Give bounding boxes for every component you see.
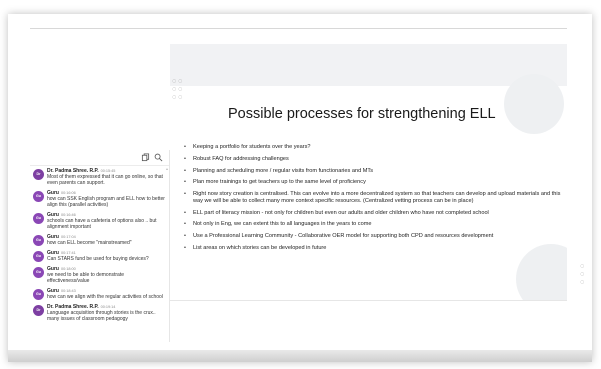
window-bottom-bar	[8, 350, 592, 362]
chat-message: Dr Dr. Padma Shree. R.P. 00:15:45 Most of…	[33, 168, 165, 186]
message-time: 00:16:06	[60, 191, 76, 195]
chat-message: Gu Guru 00:16:46 schools can have a cafet…	[33, 212, 165, 230]
search-icon[interactable]	[154, 153, 163, 162]
bullet-item: Keeping a portfolio for students over th…	[184, 144, 564, 151]
chat-message: Gu Guru 00:17:04 how can ELL become "main…	[33, 234, 165, 246]
loading-spinner-icon: ◌ ◌ ◌	[580, 263, 585, 286]
avatar: Gu	[33, 213, 44, 224]
chat-message: Gu Guru 00:18:00 we need to be able to de…	[33, 266, 165, 284]
message-text: how can SSK English program and ELL how …	[47, 196, 165, 208]
presentation-slide: Possible processes for strengthening ELL…	[170, 44, 567, 300]
message-time: 00:15:45	[100, 169, 116, 173]
bullet-item: Robust FAQ for addressing challenges	[184, 156, 564, 163]
avatar: Dr	[33, 169, 44, 180]
chat-message: Gu Guru 00:16:06 how can SSK English prog…	[33, 190, 165, 208]
copy-icon[interactable]	[141, 153, 150, 162]
chat-message: Gu Guru 00:18:43 how can we align with th…	[33, 288, 165, 300]
message-text: how can ELL become "mainstreamed"	[47, 240, 132, 246]
top-divider	[30, 28, 567, 29]
slide-title: Possible processes for strengthening ELL	[228, 106, 496, 122]
avatar: Gu	[33, 267, 44, 278]
avatar: Gu	[33, 191, 44, 202]
bullet-item: List areas on which stories can be devel…	[184, 245, 564, 252]
message-text: Most of them expressed that it can go on…	[47, 174, 163, 186]
message-text: schools can have a cafeteria of options …	[47, 218, 157, 230]
bullet-item: Plan more trainings to get teachers up t…	[184, 179, 564, 186]
message-text: we need to be able to demonstrate effect…	[47, 272, 124, 284]
message-time: 00:17:04	[60, 235, 76, 239]
message-text: how can we align with the regular activi…	[47, 294, 163, 300]
message-time: 00:17:41	[60, 251, 76, 255]
slide-bottom-divider	[170, 300, 567, 301]
decorative-circle	[504, 74, 564, 134]
loading-spinner-icon: ◌ ◌ ◌ ◌ ◌ ◌	[172, 78, 183, 101]
chat-toolbar	[30, 150, 169, 166]
bullet-item: Right now story creation is centralised.…	[184, 191, 564, 204]
avatar: Gu	[33, 289, 44, 300]
slide-header-band	[170, 44, 567, 86]
chat-message-list[interactable]: Dr Dr. Padma Shree. R.P. 00:15:45 Most of…	[30, 166, 169, 322]
message-text: Language acquisition through stories is …	[47, 310, 156, 322]
message-time: 00:16:46	[60, 213, 76, 217]
bullet-item: Use a Professional Learning Community - …	[184, 233, 564, 240]
chat-message: Gu Guru 00:17:41 Can STARS fund be used f…	[33, 250, 165, 262]
avatar: Gu	[33, 251, 44, 262]
chat-panel: Dr Dr. Padma Shree. R.P. 00:15:45 Most of…	[30, 150, 170, 342]
avatar: Gu	[33, 235, 44, 246]
message-time: 00:19:14	[100, 305, 116, 309]
message-time: 00:18:43	[60, 289, 76, 293]
scroll-up-icon[interactable]	[166, 168, 168, 170]
avatar: Dr	[33, 305, 44, 316]
bullet-item: ELL part of literacy mission - not only …	[184, 210, 564, 217]
message-time: 00:18:00	[60, 267, 76, 271]
bullet-item: Not only in Eng, we can extent this to a…	[184, 221, 564, 228]
slide-bullet-list: Keeping a portfolio for students over th…	[184, 144, 564, 257]
message-text: Can STARS fund be used for buying device…	[47, 256, 149, 262]
bullet-item: Planning and scheduling more / regular v…	[184, 168, 564, 175]
chat-message: Dr Dr. Padma Shree. R.P. 00:19:14 Languag…	[33, 304, 165, 322]
